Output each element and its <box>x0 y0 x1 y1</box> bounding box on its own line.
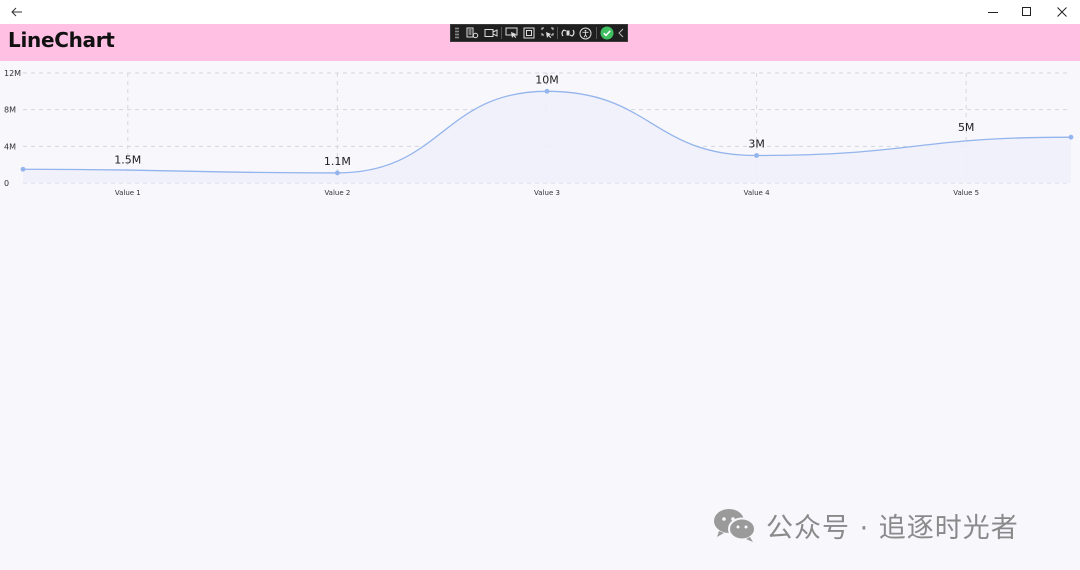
toolbar-separator <box>595 27 597 39</box>
select-element-icon <box>505 27 518 38</box>
line-chart-svg: 0 4M 8M 12M Value 1 Value 2 Value 3 Value 4 Valu… <box>4 69 1074 197</box>
data-point <box>544 88 550 94</box>
watermark: 公众号 · 追逐时光者 <box>712 505 1019 545</box>
maximize-button[interactable] <box>1010 0 1044 24</box>
data-point <box>754 153 759 158</box>
x-tick-label: Value 1 <box>115 189 141 197</box>
window-titlebar <box>0 0 1080 24</box>
data-label: 3M <box>748 138 765 151</box>
line-chart: 0 4M 8M 12M Value 1 Value 2 Value 3 Value 4 Valu… <box>0 61 1080 211</box>
data-point <box>20 166 26 172</box>
hot-reload-icon <box>561 29 575 37</box>
maximize-icon <box>1022 7 1031 16</box>
data-point <box>335 170 340 176</box>
minimize-icon <box>988 12 998 13</box>
data-label: 1.5M <box>114 153 141 166</box>
accessibility-icon <box>579 27 592 39</box>
series-area <box>23 91 1071 183</box>
x-tick-label: Value 5 <box>953 189 979 197</box>
xaml-debug-toolbar <box>450 24 628 42</box>
y-tick-label: 12M <box>4 69 21 78</box>
record-icon <box>484 29 498 37</box>
y-tick-label: 8M <box>4 106 16 115</box>
display-layout-adorners-button[interactable] <box>520 25 538 41</box>
data-label: 5M <box>958 121 975 134</box>
status-check-icon <box>600 26 614 40</box>
y-tick-label: 4M <box>4 142 16 151</box>
toolbar-separator <box>557 27 559 39</box>
wechat-logo-icon <box>714 509 756 542</box>
back-button[interactable] <box>0 0 34 24</box>
track-focus-icon <box>541 27 554 38</box>
data-label: 1.1M <box>324 155 351 168</box>
live-visual-tree-button[interactable] <box>464 25 482 41</box>
display-layout-adorners-icon <box>523 27 535 39</box>
page-title: LineChart <box>8 28 115 52</box>
toolbar-grip-icon[interactable] <box>455 27 459 39</box>
y-tick-label: 0 <box>4 179 9 188</box>
collapse-chevron-icon <box>618 28 624 38</box>
data-label: 10M <box>535 73 559 86</box>
close-button[interactable] <box>1045 0 1079 24</box>
minimize-button[interactable] <box>976 0 1010 24</box>
data-point <box>1068 134 1074 140</box>
x-tick-label: Value 4 <box>744 189 770 197</box>
binding-status-button[interactable] <box>598 25 616 41</box>
watermark-text: 公众号 · 追逐时光者 <box>766 512 1019 544</box>
record-button[interactable] <box>482 25 500 41</box>
close-icon <box>1057 7 1067 17</box>
arrow-left-icon <box>11 7 22 17</box>
x-tick-label: Value 2 <box>324 189 350 197</box>
live-visual-tree-icon <box>466 27 479 39</box>
collapse-toolbar-button[interactable] <box>616 25 627 41</box>
hot-reload-button[interactable] <box>559 25 577 41</box>
x-tick-label: Value 3 <box>534 189 560 197</box>
track-focus-button[interactable] <box>538 25 556 41</box>
accessibility-checker-button[interactable] <box>577 25 595 41</box>
toolbar-separator <box>500 27 502 39</box>
select-element-button[interactable] <box>502 25 520 41</box>
